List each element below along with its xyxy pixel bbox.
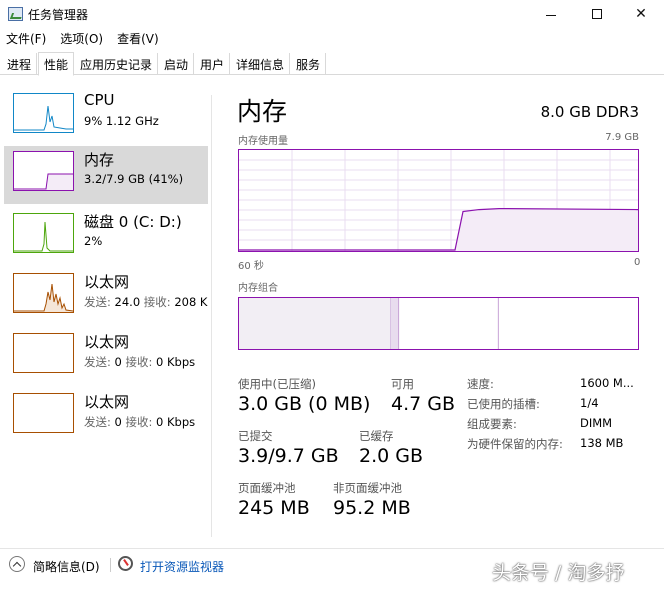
menu-bar: 文件(F) 选项(O) 查看(V) (0, 28, 664, 48)
menu-options[interactable]: 选项(O) (60, 30, 103, 47)
resource-monitor-icon[interactable] (118, 556, 133, 571)
minimize-icon (546, 14, 556, 16)
memory-usage-graph (238, 149, 639, 252)
speed-value: 1600 M... (580, 376, 634, 390)
tab-performance[interactable]: 性能 (38, 52, 75, 76)
resource-ethernet-1[interactable]: 以太网 发送: 24.0 接收: 208 K (4, 268, 208, 326)
recv-value: 208 K (174, 295, 208, 309)
close-button[interactable]: ✕ (618, 0, 664, 28)
resource-disk[interactable]: 磁盘 0 (C: D:) 2% (4, 208, 208, 266)
available-value: 4.7 GB (391, 393, 456, 415)
send-value: 0 (114, 415, 122, 429)
resource-detail: 发送: 0 接收: 0 Kbps (84, 414, 195, 430)
resource-detail: 2% (84, 234, 103, 248)
footer-divider (110, 558, 111, 572)
title-bar: 任务管理器 ✕ (0, 0, 664, 28)
resource-detail: 9% 1.12 GHz (84, 114, 159, 128)
memory-thumbnail-graph (13, 151, 74, 191)
send-value: 24.0 (114, 295, 141, 309)
send-value: 0 (114, 355, 122, 369)
menu-file[interactable]: 文件(F) (6, 30, 46, 47)
task-manager-icon (8, 7, 23, 21)
resource-cpu[interactable]: CPU 9% 1.12 GHz (4, 88, 208, 146)
fewer-details-button[interactable]: 简略信息(D) (33, 558, 100, 575)
tab-app-history[interactable]: 应用历史记录 (75, 53, 159, 75)
window-title: 任务管理器 (28, 8, 89, 22)
memory-composition-graph (238, 297, 639, 350)
maximize-button[interactable] (574, 0, 620, 28)
open-resource-monitor-link[interactable]: 打开资源监视器 (140, 558, 224, 575)
available-label: 可用 (391, 377, 414, 391)
hardware-reserved-value: 138 MB (580, 436, 624, 450)
resource-name: CPU (84, 91, 115, 109)
in-use-value: 3.0 GB (0 MB) (238, 393, 371, 415)
resource-name: 以太网 (84, 333, 130, 351)
resource-name: 内存 (84, 151, 115, 169)
send-label: 发送: (84, 355, 111, 369)
committed-label: 已提交 (238, 429, 273, 443)
send-label: 发送: (84, 295, 111, 309)
usage-graph-label: 内存使用量 (238, 136, 288, 147)
menu-view[interactable]: 查看(V) (117, 30, 159, 47)
committed-value: 3.9/9.7 GB (238, 445, 339, 467)
in-use-label: 使用中(已压缩) (238, 377, 316, 391)
page-title: 内存 (237, 97, 288, 126)
speed-label: 速度: (467, 377, 494, 391)
slots-value: 1/4 (580, 396, 599, 410)
resource-memory[interactable]: 内存 3.2/7.9 GB (41%) (4, 146, 208, 204)
usage-graph-x-right: 0 (634, 257, 641, 268)
hardware-reserved-label: 为硬件保留的内存: (467, 437, 563, 451)
tab-startup[interactable]: 启动 (159, 53, 195, 75)
ethernet-thumbnail-graph (13, 273, 74, 313)
resource-ethernet-3[interactable]: 以太网 发送: 0 接收: 0 Kbps (4, 388, 208, 446)
resource-name: 以太网 (84, 393, 130, 411)
tab-users[interactable]: 用户 (195, 53, 231, 75)
recv-label: 接收: (143, 295, 171, 309)
minimize-button[interactable] (528, 0, 574, 28)
cached-value: 2.0 GB (359, 445, 424, 467)
ethernet-thumbnail-graph (13, 393, 74, 433)
resource-ethernet-2[interactable]: 以太网 发送: 0 接收: 0 Kbps (4, 328, 208, 386)
composition-graph-label: 内存组合 (238, 283, 278, 294)
tab-bar: 进程 性能 应用历史记录 启动 用户 详细信息 服务 (0, 52, 664, 76)
resource-detail: 发送: 0 接收: 0 Kbps (84, 354, 195, 370)
tab-details[interactable]: 详细信息 (231, 53, 291, 75)
resource-detail: 发送: 24.0 接收: 208 K (84, 294, 207, 310)
recv-value: 0 Kbps (156, 415, 196, 429)
form-factor-value: DIMM (580, 416, 613, 430)
recv-label: 接收: (125, 415, 153, 429)
form-factor-label: 组成要素: (467, 417, 517, 431)
ethernet-thumbnail-graph (13, 333, 74, 373)
paged-pool-label: 页面缓冲池 (238, 481, 296, 495)
resource-name: 以太网 (84, 273, 130, 291)
tab-services[interactable]: 服务 (291, 53, 327, 75)
watermark: 头条号 / 淘多抒 (492, 562, 625, 584)
close-icon: ✕ (635, 6, 647, 22)
chevron-up-icon[interactable] (9, 556, 25, 572)
resource-name: 磁盘 0 (C: D:) (84, 213, 182, 231)
nonpaged-pool-label: 非页面缓冲池 (333, 481, 402, 495)
resource-detail: 3.2/7.9 GB (41%) (84, 172, 184, 186)
cached-label: 已缓存 (359, 429, 394, 443)
cpu-thumbnail-graph (13, 93, 74, 133)
disk-thumbnail-graph (13, 213, 74, 253)
memory-spec: 8.0 GB DDR3 (540, 103, 639, 121)
tab-processes[interactable]: 进程 (2, 53, 38, 75)
slots-label: 已使用的插槽: (467, 397, 540, 411)
footer-separator (0, 548, 664, 549)
recv-value: 0 Kbps (156, 355, 196, 369)
maximize-icon (592, 9, 602, 19)
recv-label: 接收: (125, 355, 153, 369)
usage-graph-x-left: 60 秒 (238, 261, 264, 272)
send-label: 发送: (84, 415, 111, 429)
paged-pool-value: 245 MB (238, 497, 310, 519)
nonpaged-pool-value: 95.2 MB (333, 497, 411, 519)
panel-divider (211, 95, 212, 537)
usage-graph-max: 7.9 GB (605, 132, 639, 143)
